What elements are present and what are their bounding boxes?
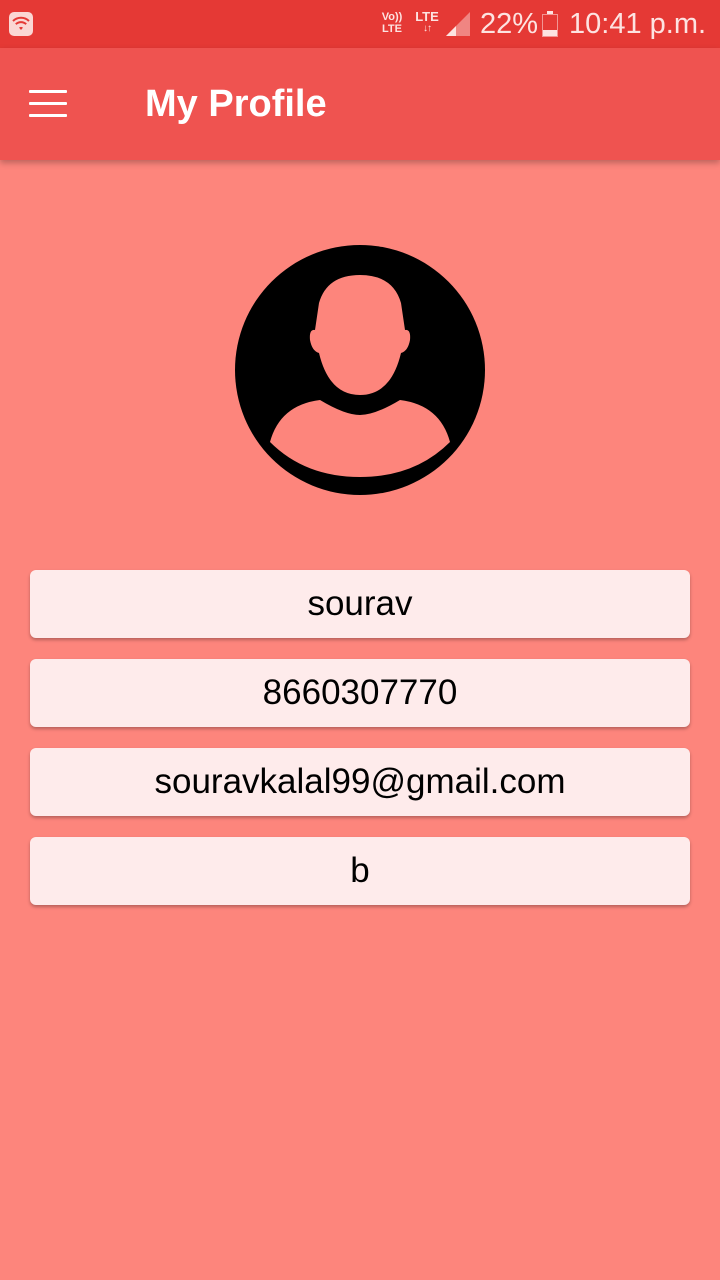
battery-percentage: 22% [480,8,539,40]
menu-icon-bar [29,102,67,105]
menu-button[interactable] [20,78,76,130]
volte-indicator: Vo)) LTE [379,11,405,35]
battery-icon [542,11,558,37]
clock: 10:41 p.m. [569,8,707,40]
page-title: My Profile [145,83,327,125]
signal-icon [446,12,470,36]
volte-bottom-label: LTE [382,23,402,35]
data-arrows-icon: ↓↑ [423,23,432,34]
lte-label: LTE [415,9,439,24]
app-bar: My Profile [0,48,720,160]
avatar[interactable] [235,245,485,495]
phone-field[interactable]: 8660307770 [30,659,690,727]
lte-indicator: LTE ↓↑ [413,10,441,34]
status-bar: Vo)) LTE LTE ↓↑ 22% 10:41 p.m. [0,0,720,48]
email-field[interactable]: souravkalal99@gmail.com [30,748,690,816]
menu-icon-bar [29,114,67,117]
name-field[interactable]: sourav [30,570,690,638]
extra-field[interactable]: b [30,837,690,905]
menu-icon-bar [29,90,67,93]
wifi-icon [9,12,33,36]
volte-top-label: Vo)) [381,11,403,23]
